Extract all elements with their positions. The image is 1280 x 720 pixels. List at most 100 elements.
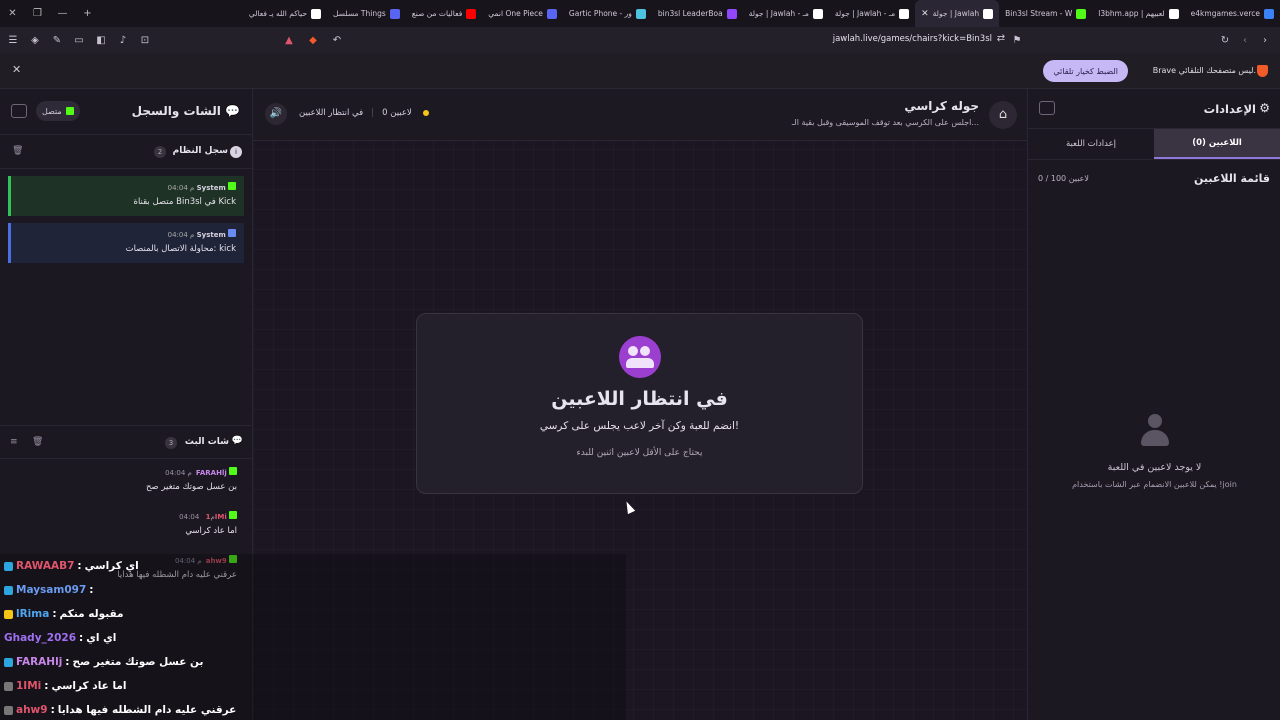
- browser-tab[interactable]: bin3sl LeaderBoa: [652, 0, 743, 27]
- tab-favicon-icon: [310, 8, 321, 19]
- overlay-chat-line: lRima: مقبوله منكم: [0, 603, 124, 625]
- home-icon[interactable]: ⌂: [989, 101, 1017, 129]
- browser-toolbar: ☰ ◈ ✎ ▭ ◧ ♪ ⊡ ▲ ◆ ↶ jawlah.live/games/ch…: [0, 27, 1280, 53]
- window-close-icon[interactable]: ✕: [0, 8, 25, 19]
- overlay-separator: :: [50, 704, 55, 716]
- browser-tab[interactable]: انمي One Piece: [482, 0, 563, 27]
- browser-tab[interactable]: حياكم الله يـ فعالي: [243, 0, 327, 27]
- waiting-card-note: يحتاج على الأقل لاعبين اثنين للبدء: [576, 448, 703, 458]
- collapse-panel-icon[interactable]: [11, 104, 27, 118]
- clear-chat-trash-icon[interactable]: 🗑: [32, 437, 43, 447]
- overlay-message: اي كراسي: [84, 560, 139, 572]
- chat-bubble-icon: 💬: [225, 104, 240, 118]
- chat-username: 1IMi: [205, 513, 227, 521]
- share-icon[interactable]: ↶: [330, 35, 344, 46]
- settings-panel: الإعدادات ⚙ إعدادات اللعبة اللاعبين (0) …: [1027, 89, 1280, 720]
- volume-icon[interactable]: 🔊: [265, 103, 287, 125]
- window-minimize-icon[interactable]: —: [50, 8, 75, 19]
- settings-tabs: إعدادات اللعبة اللاعبين (0): [1028, 129, 1280, 160]
- address-bar[interactable]: ▲ ◆ ↶ jawlah.live/games/chairs?kick=Bin3…: [282, 30, 1032, 50]
- overlay-username: ahw9: [16, 704, 48, 716]
- back-icon[interactable]: ‹: [1238, 35, 1252, 46]
- tab-label: حياكم الله يـ فعالي: [248, 9, 307, 18]
- gear-icon: ⚙: [1259, 101, 1270, 115]
- browser-tab[interactable]: فعاليات من صنع: [406, 0, 483, 27]
- settings-header: الإعدادات ⚙: [1028, 89, 1280, 129]
- filter-icon[interactable]: ≡: [10, 437, 18, 447]
- menu-icon[interactable]: ☰: [6, 35, 20, 46]
- clear-log-trash-icon[interactable]: 🗑: [12, 146, 23, 156]
- extensions-icon[interactable]: ✎: [50, 35, 64, 46]
- stream-chat-header: ≡ 🗑 3 شات البث 💬: [0, 425, 253, 459]
- tab-game-settings[interactable]: إعدادات اللعبة: [1028, 129, 1154, 159]
- status-dot-icon: [422, 110, 429, 116]
- browser-tab[interactable]: جولة | Jawlah - مـ: [829, 0, 915, 27]
- log-time: 04:04 م: [167, 184, 195, 192]
- bookmark-icon[interactable]: ⚑: [1010, 35, 1024, 46]
- reload-icon[interactable]: ↻: [1218, 35, 1232, 46]
- browser-tab[interactable]: Bin3sl Stream - W: [999, 0, 1092, 27]
- tab-favicon-icon: [899, 8, 910, 19]
- wallet-icon[interactable]: ▭: [72, 35, 86, 46]
- badge-icon: [4, 561, 13, 571]
- brave-shields-icon[interactable]: ◆: [306, 35, 320, 46]
- chat-panel-title: الشات والسجل 💬: [132, 104, 240, 118]
- brave-rewards-icon[interactable]: ▲: [282, 35, 296, 46]
- url-text[interactable]: jawlah.live/games/chairs?kick=Bin3sl: [833, 34, 992, 44]
- chat-message-meta: 04:04 م1IMi: [179, 511, 237, 521]
- game-title: جوله كراسي: [904, 99, 979, 113]
- log-user: System: [196, 184, 226, 192]
- tab-players[interactable]: اللاعبين (0): [1154, 129, 1280, 159]
- music-icon[interactable]: ♪: [116, 35, 130, 46]
- browser-tab[interactable]: Gartic Phone - ور: [563, 0, 652, 27]
- tab-label: انمي One Piece: [488, 9, 543, 18]
- players-status-text: 0 لاعبين: [382, 108, 412, 118]
- tab-favicon-icon: [1264, 8, 1274, 19]
- browser-tab[interactable]: مسلسل Things: [327, 0, 406, 27]
- tab-label: Bin3sl Stream - W: [1005, 9, 1073, 18]
- system-log-list: 04:04 م System متصل بقناة Bin3sl في Kick…: [0, 176, 252, 263]
- browser-tab[interactable]: e4kmgames.verce: [1185, 0, 1280, 27]
- close-icon[interactable]: ✕: [12, 63, 21, 76]
- overlay-username: RAWAAB7: [16, 560, 75, 572]
- chat-text: بن عسل صوتك متغير صح: [145, 482, 237, 492]
- chat-time: 04:04 م: [165, 469, 192, 477]
- system-log-item: 04:04 م System محاولة الاتصال بالمنصات: …: [8, 223, 244, 263]
- waiting-card: في انتظار اللاعبين انضم للعبة وكن آخر لا…: [416, 313, 863, 494]
- tab-favicon-icon: [466, 8, 477, 19]
- chat-text: اما عاد كراسي: [185, 526, 237, 536]
- close-tab-icon[interactable]: ✕: [921, 9, 929, 19]
- overlay-separator: :: [44, 680, 49, 692]
- overlay-separator: :: [89, 584, 94, 596]
- kick-icon: [228, 182, 236, 190]
- overlay-chat-line: 1IMi: اما عاد كراسي: [0, 675, 127, 697]
- person-icon: [1140, 414, 1169, 448]
- browser-tab[interactable]: l3bhm.app | لعبيهم: [1092, 0, 1184, 27]
- game-subtitle: اجلس على الكرسي بعد توقف الموسيقى وقبل ب…: [791, 118, 979, 127]
- kick-icon: [229, 511, 237, 519]
- browser-tab[interactable]: ✕ جولة | Jawlah: [915, 0, 1000, 27]
- sidebar-icon[interactable]: ◧: [94, 35, 108, 46]
- overlay-message: مقبوله منكم: [59, 608, 124, 620]
- kick-icon: [65, 107, 74, 115]
- forward-icon[interactable]: ›: [1258, 35, 1272, 46]
- badge-icon: [4, 657, 13, 667]
- players-group-icon: [618, 336, 661, 378]
- system-log-header: 🗑 2 سجل النظام i: [0, 135, 252, 169]
- log-text: متصل بقناة Bin3sl في Kick: [133, 197, 236, 207]
- kick-icon: [229, 467, 237, 475]
- chat-panel-title-text: الشات والسجل: [131, 104, 221, 118]
- tab-label: l3bhm.app | لعبيهم: [1098, 9, 1165, 18]
- collapse-settings-icon[interactable]: [1039, 101, 1055, 115]
- new-tab-button[interactable]: +: [75, 8, 100, 19]
- window-restore-icon[interactable]: ❐: [25, 8, 50, 19]
- empty-players-state: لا يوجد لاعبين في اللعبة يمكن للاعبين ال…: [1028, 414, 1280, 489]
- vpn-icon[interactable]: ◈: [28, 35, 42, 46]
- screenshot-icon[interactable]: ⊡: [138, 35, 152, 46]
- set-default-button[interactable]: الضبط كخيار تلقائي: [1043, 60, 1128, 82]
- connection-status-text: متصل: [42, 106, 62, 116]
- browser-tab[interactable]: جولة | Jawlah - مـ: [743, 0, 829, 27]
- tab-favicon-icon: [812, 8, 823, 19]
- site-settings-icon[interactable]: ⇄: [994, 33, 1008, 44]
- tab-favicon-icon: [389, 8, 400, 19]
